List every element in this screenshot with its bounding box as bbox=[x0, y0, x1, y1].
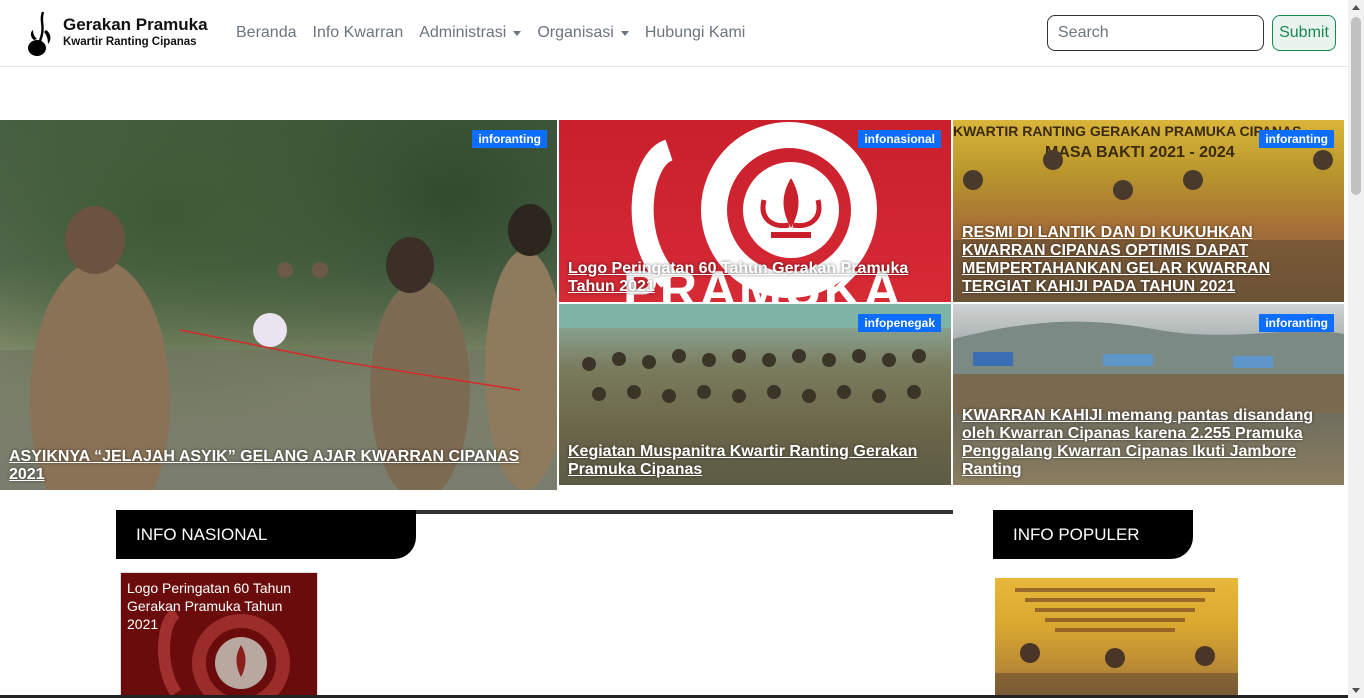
category-badge[interactable]: infopenegak bbox=[858, 314, 941, 332]
top-navbar: Gerakan Pramuka Kwartir Ranting Cipanas … bbox=[0, 0, 1348, 67]
nav-label: Administrasi bbox=[419, 24, 507, 41]
scrollbar-thumb[interactable] bbox=[1351, 17, 1361, 195]
hero-card-title[interactable]: Kegiatan Muspanitra Kwartir Ranting Gera… bbox=[568, 443, 941, 479]
nav-label: Beranda bbox=[236, 24, 297, 41]
category-badge[interactable]: inforanting bbox=[1259, 130, 1334, 148]
search-input[interactable] bbox=[1047, 15, 1264, 51]
caret-down-icon bbox=[620, 30, 629, 36]
category-badge[interactable]: infonasional bbox=[858, 130, 941, 148]
search-submit-button[interactable]: Submit bbox=[1272, 15, 1336, 51]
populer-post-thumbnail[interactable] bbox=[995, 578, 1238, 698]
hero-card-jambore-ranting[interactable]: inforanting KWARRAN KAHIJI memang pantas… bbox=[953, 304, 1344, 485]
nav-label: Hubungi Kami bbox=[644, 24, 746, 41]
nav-label: Organisasi bbox=[537, 24, 614, 41]
category-badge[interactable]: inforanting bbox=[472, 130, 547, 148]
hero-card-title[interactable]: ASYIKNYA “JELAJAH ASYIK” GELANG AJAR KWA… bbox=[9, 448, 547, 484]
pramuka-logo-icon bbox=[28, 11, 51, 56]
hero-card-logo-60-tahun[interactable]: PRAMUKA infonasional Logo Peringatan 60 … bbox=[559, 120, 951, 302]
category-badge[interactable]: inforanting bbox=[1259, 314, 1334, 332]
nav-link-beranda[interactable]: Beranda bbox=[228, 24, 305, 42]
hero-card-title[interactable]: RESMI DI LANTIK DAN DI KUKUHKAN KWARRAN … bbox=[962, 224, 1334, 296]
section-heading-info-nasional: INFO NASIONAL bbox=[116, 510, 416, 559]
nav-link-hubungi-kami[interactable]: Hubungi Kami bbox=[637, 24, 754, 42]
hero-card-title[interactable]: Logo Peringatan 60 Tahun Gerakan Pramuka… bbox=[568, 260, 941, 296]
scroll-up-arrow-icon[interactable] bbox=[1352, 5, 1360, 10]
section-heading-info-populer: INFO POPULER bbox=[993, 510, 1193, 559]
page-scrollbar[interactable] bbox=[1348, 0, 1364, 698]
hero-image-scouts-outdoor bbox=[0, 120, 557, 490]
post-title: Logo Peringatan 60 Tahun Gerakan Pramuka… bbox=[127, 580, 291, 632]
caret-down-icon bbox=[513, 30, 522, 36]
section-heading-text: INFO POPULER bbox=[1013, 524, 1140, 544]
nav-dropdown-administrasi[interactable]: Administrasi bbox=[411, 24, 529, 42]
brand-link[interactable]: Gerakan Pramuka Kwartir Ranting Cipanas bbox=[26, 10, 216, 58]
brand-title: Gerakan Pramuka bbox=[63, 15, 208, 34]
hero-card-muspanitra[interactable]: infopenegak Kegiatan Muspanitra Kwartir … bbox=[559, 304, 951, 485]
brand-subtitle: Kwartir Ranting Cipanas bbox=[63, 36, 197, 48]
nav-dropdown-organisasi[interactable]: Organisasi bbox=[529, 24, 636, 42]
hero-card-pelantikan-kwarran[interactable]: KWARTIR RANTING GERAKAN PRAMUKA CIPANAS … bbox=[953, 120, 1344, 302]
scroll-down-arrow-icon[interactable] bbox=[1352, 688, 1360, 693]
nasional-post-card[interactable]: Logo Peringatan 60 Tahun Gerakan Pramuka… bbox=[120, 572, 318, 698]
nav-link-info-kwarran[interactable]: Info Kwarran bbox=[305, 24, 412, 42]
section-heading-text: INFO NASIONAL bbox=[136, 524, 268, 544]
hero-card-jelajah-asyik[interactable]: inforanting ASYIKNYA “JELAJAH ASYIK” GEL… bbox=[0, 120, 557, 490]
hero-card-title[interactable]: KWARRAN KAHIJI memang pantas disandang o… bbox=[962, 407, 1334, 479]
main-nav: Beranda Info Kwarran Administrasi Organi… bbox=[228, 0, 753, 66]
nav-label: Info Kwarran bbox=[312, 24, 404, 41]
